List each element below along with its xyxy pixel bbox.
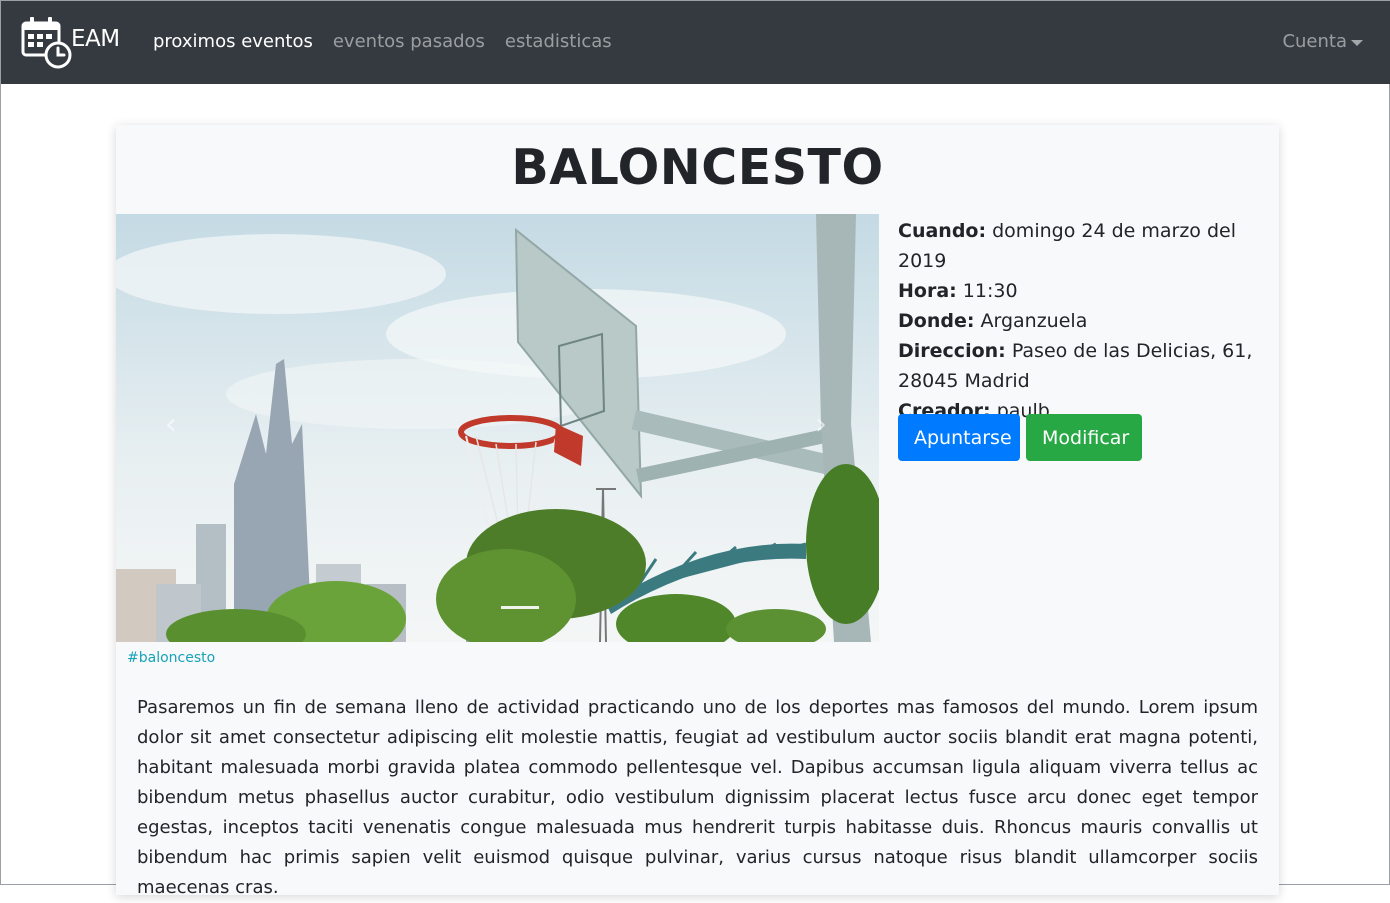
carousel-indicator[interactable]: [501, 606, 539, 609]
event-tag[interactable]: #baloncesto: [127, 650, 215, 666]
account-dropdown[interactable]: Cuenta: [1282, 31, 1363, 52]
basketball-hoop-photo: [116, 214, 879, 642]
detail-direccion: Direccion: Paseo de las Delicias, 61, 28…: [898, 336, 1268, 396]
modificar-button[interactable]: Modificar: [1026, 414, 1142, 461]
brand-link[interactable]: EAM: [21, 15, 120, 69]
calendar-clock-icon: [21, 17, 72, 69]
nav-link-proximos-eventos[interactable]: proximos eventos: [153, 31, 313, 52]
nav-link-estadisticas[interactable]: estadisticas: [505, 31, 612, 52]
hora-label: Hora:: [898, 280, 957, 302]
detail-donde: Donde: Arganzuela: [898, 306, 1268, 336]
event-description: Pasaremos un fin de semana lleno de acti…: [137, 697, 1258, 898]
nav-links: proximos eventos eventos pasados estadis…: [153, 31, 612, 52]
donde-value: Arganzuela: [980, 310, 1088, 332]
event-details: Cuando: domingo 24 de marzo del 2019 Hor…: [898, 216, 1268, 426]
cuando-label: Cuando:: [898, 220, 987, 242]
detail-hora: Hora: 11:30: [898, 276, 1268, 306]
event-title: BALONCESTO: [511, 139, 884, 196]
event-photo-carousel[interactable]: ‹ ›: [116, 214, 879, 642]
detail-cuando: Cuando: domingo 24 de marzo del 2019: [898, 216, 1268, 276]
donde-label: Donde:: [898, 310, 975, 332]
nav-link-eventos-pasados[interactable]: eventos pasados: [333, 31, 485, 52]
brand-name: EAM: [71, 26, 120, 52]
account-label: Cuenta: [1282, 31, 1347, 52]
apuntarse-button[interactable]: Apuntarse: [898, 414, 1020, 461]
chevron-left-icon[interactable]: ‹: [156, 404, 186, 444]
caret-down-icon: [1351, 39, 1363, 46]
event-card: BALONCESTO ‹ › #baloncesto Cuando: domin…: [116, 125, 1279, 898]
top-navbar: EAM proximos eventos eventos pasados est…: [1, 1, 1390, 84]
event-actions: Apuntarse Modificar: [898, 414, 1142, 461]
hora-value: 11:30: [962, 280, 1018, 302]
direccion-label: Direccion:: [898, 340, 1006, 362]
chevron-right-icon[interactable]: ›: [806, 404, 836, 444]
